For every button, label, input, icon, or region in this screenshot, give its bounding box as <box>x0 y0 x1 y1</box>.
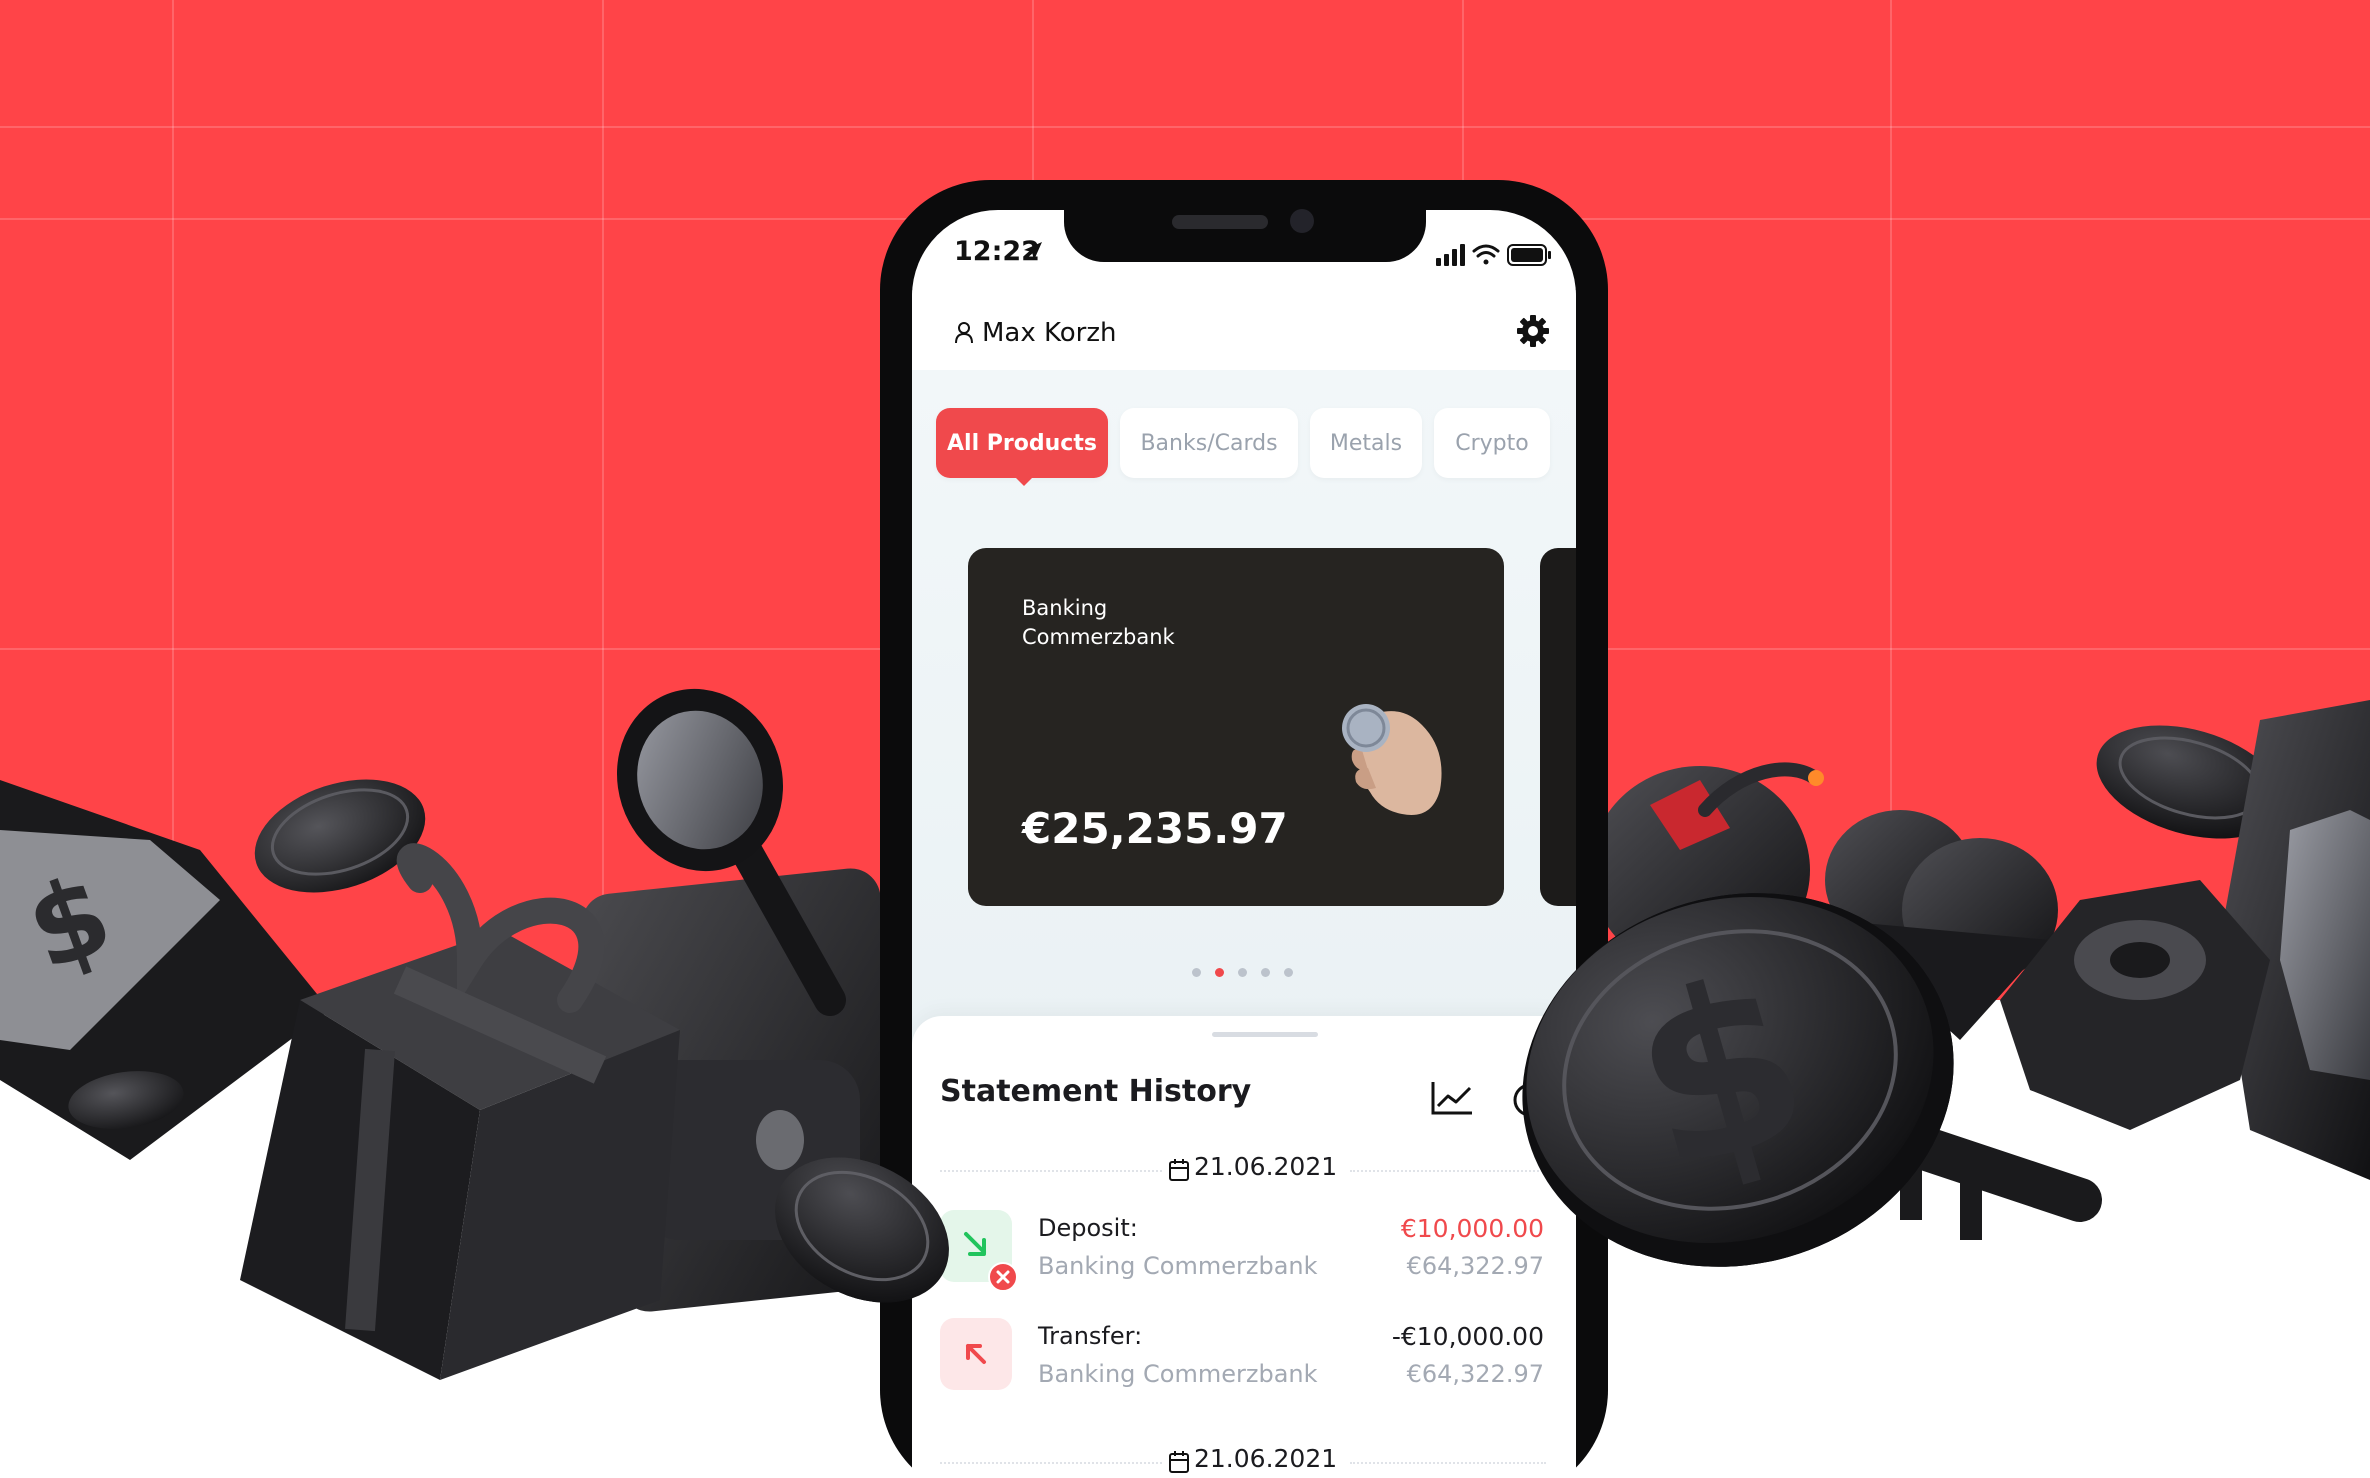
arrow-up-left-icon <box>966 1344 986 1364</box>
card-balance: €25,235.97 <box>1022 804 1288 853</box>
next-card-peek[interactable] <box>1540 548 1576 906</box>
chart-icon[interactable] <box>1430 1080 1474 1116</box>
username[interactable]: Max Korzh <box>982 318 1117 348</box>
user-icon <box>955 322 973 344</box>
date-label: 21.06.2021 <box>1194 1152 1338 1181</box>
tab-metals[interactable]: Metals <box>1310 408 1422 478</box>
tab-all-products[interactable]: All Products <box>936 408 1108 478</box>
clock-icon[interactable] <box>1510 1082 1550 1122</box>
date-divider <box>940 1462 1162 1466</box>
date-divider <box>1350 1462 1546 1466</box>
gear-icon[interactable] <box>1516 314 1550 348</box>
date-label: 21.06.2021 <box>1194 1444 1338 1473</box>
hand-coin-icon <box>1342 704 1442 815</box>
phone-camera <box>1290 209 1314 233</box>
cellular-signal-icon <box>1436 244 1465 266</box>
date-divider <box>1350 1170 1546 1174</box>
carousel-dot[interactable] <box>1238 968 1247 977</box>
sheet-drag-handle[interactable] <box>1212 1032 1318 1037</box>
active-tab-indicator <box>1014 476 1034 486</box>
tab-crypto[interactable]: Crypto <box>1434 408 1550 478</box>
battery-icon <box>1507 244 1551 266</box>
transaction-balance: €64,322.97 <box>1406 1252 1544 1280</box>
carousel-dot[interactable] <box>1261 968 1270 977</box>
card-title: Banking Commerzbank <box>1022 594 1222 652</box>
status-icons <box>1436 244 1551 266</box>
statement-title: Statement History <box>940 1074 1252 1109</box>
calendar-icon <box>1169 1451 1189 1473</box>
carousel-dot[interactable] <box>1284 968 1293 977</box>
transfer-icon-tile <box>940 1318 1012 1390</box>
close-icon[interactable] <box>988 1262 1018 1292</box>
carousel-dot-active[interactable] <box>1215 968 1224 977</box>
card-title-line2: Commerzbank <box>1022 625 1175 649</box>
phone-notch <box>1064 202 1426 262</box>
wifi-icon <box>1472 244 1500 265</box>
phone-screen: 12:22 Max Korzh All Products Banks/Cards… <box>912 210 1576 1478</box>
phone-speaker <box>1172 215 1268 229</box>
tab-banks-cards[interactable]: Banks/Cards <box>1120 408 1298 478</box>
transaction-amount: €10,000.00 <box>1400 1214 1544 1243</box>
calendar-icon <box>1169 1159 1189 1181</box>
transaction-source: Banking Commerzbank <box>1038 1252 1318 1280</box>
carousel-dot[interactable] <box>1192 968 1201 977</box>
location-arrow-icon <box>1024 242 1042 260</box>
marketing-canvas: $ $ 12:22 Max Korzh All Products Banks/C… <box>0 0 2370 1478</box>
transaction-label: Deposit: <box>1038 1214 1138 1242</box>
card-title-line1: Banking <box>1022 596 1108 620</box>
transaction-source: Banking Commerzbank <box>1038 1360 1318 1388</box>
carousel-dots <box>1192 968 1293 977</box>
transaction-label: Transfer: <box>1038 1322 1143 1350</box>
date-divider <box>940 1170 1162 1174</box>
transaction-amount: -€10,000.00 <box>1391 1322 1544 1351</box>
transaction-balance: €64,322.97 <box>1406 1360 1544 1388</box>
